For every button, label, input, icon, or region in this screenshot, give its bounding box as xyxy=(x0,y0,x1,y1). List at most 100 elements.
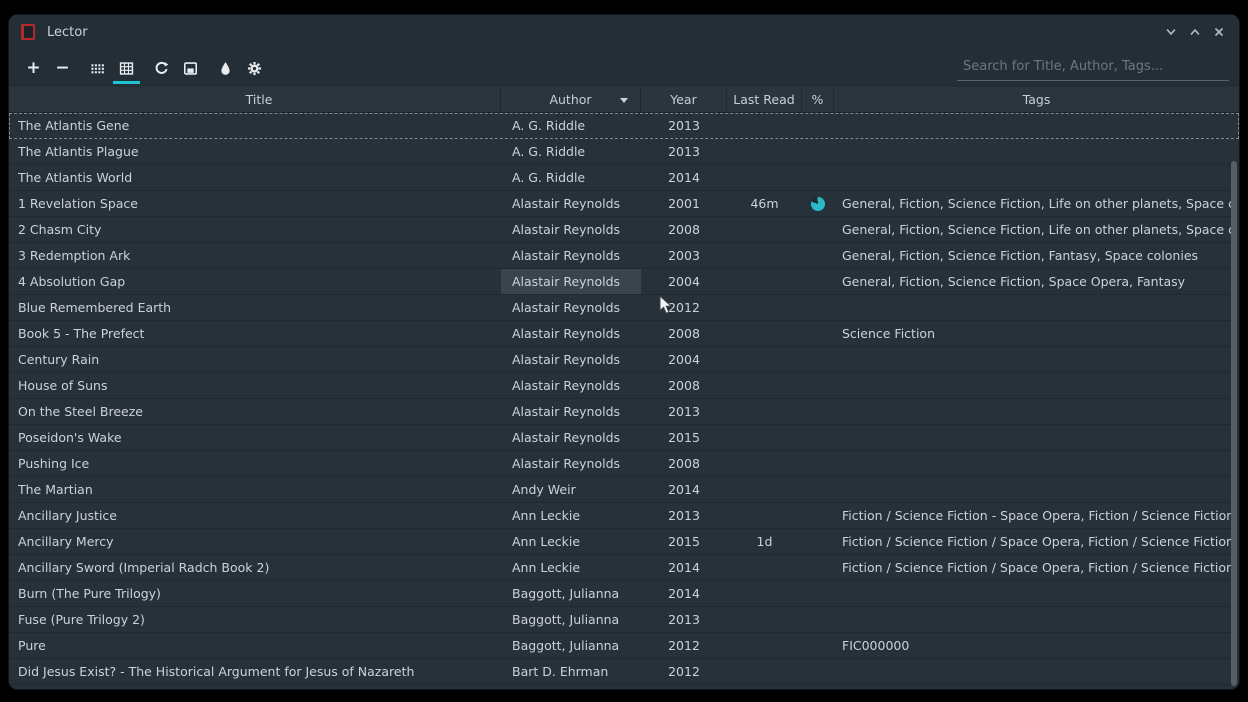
title-cell[interactable]: Pure xyxy=(9,633,501,658)
title-cell[interactable]: Fuse (Pure Trilogy 2) xyxy=(9,607,501,632)
last-read-cell[interactable] xyxy=(727,399,802,424)
remove-book-button[interactable]: − xyxy=(48,52,77,84)
author-cell[interactable]: Alastair Reynolds xyxy=(501,451,641,476)
author-cell[interactable]: Baggott, Julianna xyxy=(501,581,641,606)
last-read-cell[interactable] xyxy=(727,451,802,476)
author-cell[interactable]: Alastair Reynolds xyxy=(501,399,641,424)
table-row[interactable]: On the Steel Breeze Alastair Reynolds 20… xyxy=(9,399,1239,425)
year-cell[interactable]: 2013 xyxy=(641,113,727,138)
author-cell[interactable]: Baggott, Julianna xyxy=(501,607,641,632)
title-cell[interactable]: Century Rain xyxy=(9,347,501,372)
column-header-percent[interactable]: % xyxy=(802,87,834,112)
last-read-cell[interactable] xyxy=(727,113,802,138)
year-cell[interactable]: 2014 xyxy=(641,165,727,190)
table-row[interactable]: The Atlantis Plague A. G. Riddle 2013 xyxy=(9,139,1239,165)
maximize-button[interactable] xyxy=(1185,22,1205,42)
year-cell[interactable]: 2008 xyxy=(641,321,727,346)
table-row[interactable]: 4 Absolution Gap Alastair Reynolds 2004 … xyxy=(9,269,1239,295)
search-input[interactable] xyxy=(957,55,1229,81)
title-cell[interactable]: House of Suns xyxy=(9,373,501,398)
title-cell[interactable]: 3 Redemption Ark xyxy=(9,243,501,268)
last-read-cell[interactable] xyxy=(727,217,802,242)
year-cell[interactable]: 2013 xyxy=(641,607,727,632)
percent-cell[interactable] xyxy=(802,607,834,632)
year-cell[interactable]: 2004 xyxy=(641,347,727,372)
year-cell[interactable]: 2004 xyxy=(641,269,727,294)
author-cell[interactable]: Alastair Reynolds xyxy=(501,425,641,450)
minimize-button[interactable] xyxy=(1161,22,1181,42)
title-cell[interactable]: The Martian xyxy=(9,477,501,502)
tags-cell[interactable] xyxy=(834,581,1231,606)
last-read-cell[interactable] xyxy=(727,139,802,164)
percent-cell[interactable] xyxy=(802,477,834,502)
author-cell[interactable]: Alastair Reynolds xyxy=(501,373,641,398)
author-cell[interactable]: Alastair Reynolds xyxy=(501,269,641,294)
title-cell[interactable]: 2 Chasm City xyxy=(9,217,501,242)
author-cell[interactable]: Baggott, Julianna xyxy=(501,633,641,658)
close-button[interactable] xyxy=(1209,22,1229,42)
table-row[interactable]: Poseidon's Wake Alastair Reynolds 2015 xyxy=(9,425,1239,451)
year-cell[interactable]: 2008 xyxy=(641,217,727,242)
author-cell[interactable]: Alastair Reynolds xyxy=(501,347,641,372)
tags-cell[interactable]: Fiction / Science Fiction / Space Opera,… xyxy=(834,529,1231,554)
year-cell[interactable]: 2012 xyxy=(641,295,727,320)
column-header-year[interactable]: Year xyxy=(641,87,727,112)
last-read-cell[interactable] xyxy=(727,373,802,398)
percent-cell[interactable] xyxy=(802,295,834,320)
table-row[interactable]: House of Suns Alastair Reynolds 2008 xyxy=(9,373,1239,399)
percent-cell[interactable] xyxy=(802,529,834,554)
percent-cell[interactable] xyxy=(802,581,834,606)
settings-button[interactable] xyxy=(240,52,269,84)
author-cell[interactable]: Bart D. Ehrman xyxy=(501,659,641,684)
year-cell[interactable]: 2015 xyxy=(641,425,727,450)
tags-cell[interactable] xyxy=(834,659,1231,684)
table-row[interactable]: Ancillary Sword (Imperial Radch Book 2) … xyxy=(9,555,1239,581)
cover-view-button[interactable] xyxy=(83,52,112,84)
column-header-author[interactable]: Author xyxy=(501,87,641,112)
table-row[interactable]: The Atlantis Gene A. G. Riddle 2013 xyxy=(9,113,1239,139)
year-cell[interactable]: 2015 xyxy=(641,529,727,554)
percent-cell[interactable] xyxy=(802,451,834,476)
tags-cell[interactable] xyxy=(834,347,1231,372)
year-cell[interactable]: 2013 xyxy=(641,399,727,424)
last-read-cell[interactable]: 46m xyxy=(727,191,802,216)
last-read-cell[interactable] xyxy=(727,165,802,190)
tags-cell[interactable] xyxy=(834,399,1231,424)
table-row[interactable]: Did Jesus Exist? - The Historical Argume… xyxy=(9,659,1239,685)
year-cell[interactable]: 2013 xyxy=(641,139,727,164)
year-cell[interactable]: 2013 xyxy=(641,503,727,528)
last-read-cell[interactable] xyxy=(727,503,802,528)
author-cell[interactable]: Alastair Reynolds xyxy=(501,321,641,346)
table-row[interactable]: Book 5 - The Prefect Alastair Reynolds 2… xyxy=(9,321,1239,347)
tags-cell[interactable] xyxy=(834,113,1231,138)
table-row[interactable]: Blue Remembered Earth Alastair Reynolds … xyxy=(9,295,1239,321)
percent-cell[interactable] xyxy=(802,217,834,242)
year-cell[interactable]: 2001 xyxy=(641,191,727,216)
last-read-cell[interactable] xyxy=(727,243,802,268)
tags-cell[interactable] xyxy=(834,165,1231,190)
year-cell[interactable]: 2008 xyxy=(641,373,727,398)
table-row[interactable]: The Martian Andy Weir 2014 xyxy=(9,477,1239,503)
table-row[interactable]: Fuse (Pure Trilogy 2) Baggott, Julianna … xyxy=(9,607,1239,633)
tags-cell[interactable] xyxy=(834,139,1231,164)
percent-cell[interactable] xyxy=(802,555,834,580)
percent-cell[interactable] xyxy=(802,347,834,372)
title-cell[interactable]: 4 Absolution Gap xyxy=(9,269,501,294)
table-row[interactable]: Century Rain Alastair Reynolds 2004 xyxy=(9,347,1239,373)
title-cell[interactable]: Did Jesus Exist? - The Historical Argume… xyxy=(9,659,501,684)
table-row[interactable]: Ancillary Mercy Ann Leckie 2015 1d Ficti… xyxy=(9,529,1239,555)
last-read-cell[interactable] xyxy=(727,425,802,450)
percent-cell[interactable] xyxy=(802,373,834,398)
author-cell[interactable]: Alastair Reynolds xyxy=(501,191,641,216)
title-cell[interactable]: The Atlantis Gene xyxy=(9,113,501,138)
last-read-cell[interactable] xyxy=(727,269,802,294)
author-cell[interactable]: A. G. Riddle xyxy=(501,139,641,164)
percent-cell[interactable] xyxy=(802,633,834,658)
percent-cell[interactable] xyxy=(802,139,834,164)
tags-cell[interactable] xyxy=(834,451,1231,476)
title-cell[interactable]: Book 5 - The Prefect xyxy=(9,321,501,346)
tags-cell[interactable] xyxy=(834,477,1231,502)
table-row[interactable]: Pushing Ice Alastair Reynolds 2008 xyxy=(9,451,1239,477)
column-header-title[interactable]: Title xyxy=(9,87,501,112)
column-header-tags[interactable]: Tags xyxy=(834,87,1231,112)
